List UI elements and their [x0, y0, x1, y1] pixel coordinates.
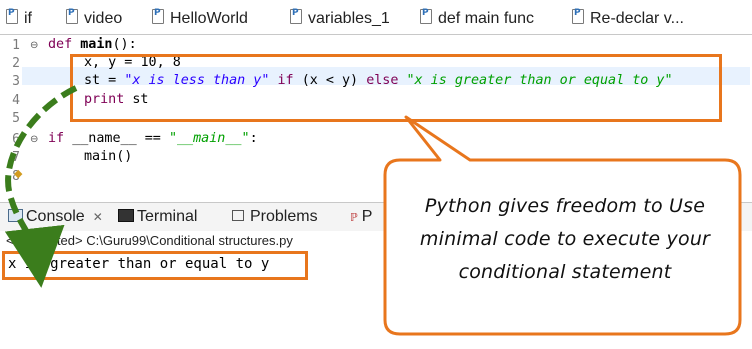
callout-text: Python gives freedom to Use minimal code…	[400, 190, 730, 289]
callout-line: Python gives freedom to Use	[424, 195, 706, 217]
callout-line: conditional statement	[458, 261, 672, 283]
annotation-overlay	[4, 85, 742, 336]
dashed-arrow	[4, 85, 78, 288]
callout-line: minimal code to execute your	[419, 228, 711, 250]
